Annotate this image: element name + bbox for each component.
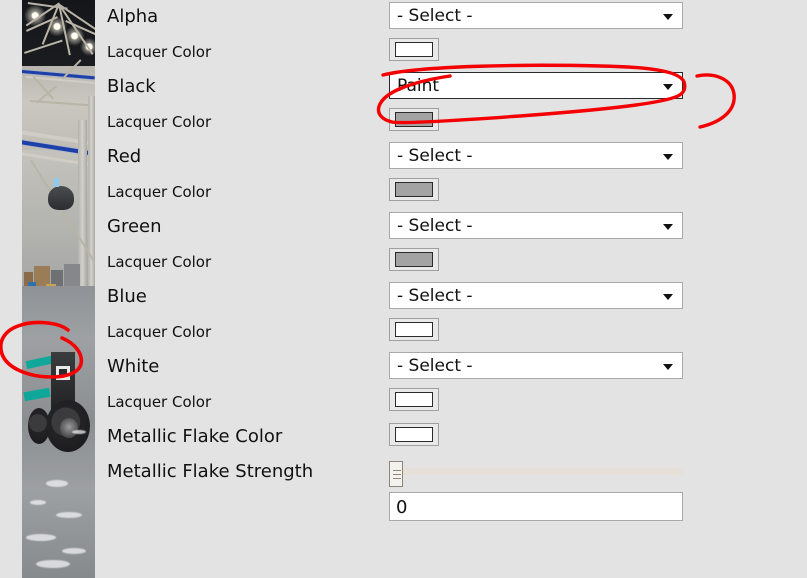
color-swatch-button[interactable]: [389, 178, 439, 201]
chevron-down-icon: [663, 364, 673, 370]
property-label: Metallic Flake Color: [107, 426, 283, 447]
property-label: Metallic Flake Strength: [107, 461, 314, 482]
property-row: Lacquer Color: [95, 245, 807, 280]
property-row: White - Select -: [95, 350, 807, 385]
property-label: White: [107, 356, 160, 377]
color-swatch-chip: [395, 42, 433, 57]
photo-kart-wheel: [28, 408, 50, 444]
property-row: Black Paint: [95, 70, 807, 105]
color-swatch-chip: [395, 427, 433, 442]
property-row: Lacquer Color: [95, 105, 807, 140]
chevron-down-icon: [663, 294, 673, 300]
property-select-value: - Select -: [397, 286, 473, 306]
property-select[interactable]: - Select -: [389, 142, 683, 169]
property-label: Lacquer Color: [107, 43, 212, 61]
property-row: Blue - Select -: [95, 280, 807, 315]
color-swatch-chip: [395, 392, 433, 407]
property-label: Red: [107, 146, 142, 167]
photo-floor-reflection: [36, 560, 70, 568]
color-swatch-chip: [395, 112, 433, 127]
property-row: Lacquer Color: [95, 315, 807, 350]
property-select[interactable]: Paint: [389, 72, 683, 99]
strength-value-text: 0: [396, 497, 408, 518]
color-swatch-button[interactable]: [389, 248, 439, 271]
photo-machine-light: [54, 178, 59, 187]
photo-floor-reflection: [26, 534, 56, 541]
property-select[interactable]: - Select -: [389, 352, 683, 379]
property-label: Blue: [107, 286, 147, 307]
property-label: Alpha: [107, 6, 159, 27]
property-label: Lacquer Color: [107, 183, 212, 201]
photo-floor-reflection: [72, 430, 86, 434]
chevron-down-icon: [663, 84, 673, 90]
property-row: Green - Select -: [95, 210, 807, 245]
property-label: Lacquer Color: [107, 253, 212, 271]
color-swatch-button[interactable]: [389, 318, 439, 341]
property-row: Metallic Flake Strength: [95, 455, 807, 490]
property-row: Alpha - Select -: [95, 0, 807, 35]
application-window: Alpha - Select - Lacquer Color Black Paint La…: [0, 0, 807, 578]
photo-floor-reflection: [46, 480, 68, 487]
photo-floor-reflection: [56, 512, 82, 518]
strength-value-input[interactable]: 0: [389, 492, 683, 521]
property-label: Black: [107, 76, 156, 97]
color-swatch-button[interactable]: [389, 38, 439, 61]
photo-machine: [48, 186, 74, 210]
property-select-value: - Select -: [397, 6, 473, 26]
photo-floor-reflection: [62, 548, 86, 554]
property-row: Lacquer Color: [95, 385, 807, 420]
property-label: Lacquer Color: [107, 393, 212, 411]
photo-kart-sticker-mark: [59, 369, 67, 377]
strength-slider-thumb[interactable]: [389, 461, 403, 487]
color-swatch-chip: [395, 322, 433, 337]
property-row: 0: [95, 490, 807, 525]
property-select-value: - Select -: [397, 356, 473, 376]
strength-slider[interactable]: [389, 461, 683, 487]
preview-photo: [22, 0, 95, 578]
property-select[interactable]: - Select -: [389, 2, 683, 29]
color-swatch-button[interactable]: [389, 423, 439, 446]
property-row: Lacquer Color: [95, 175, 807, 210]
property-label: Green: [107, 216, 162, 237]
color-swatch-button[interactable]: [389, 108, 439, 131]
strength-slider-track[interactable]: [395, 468, 683, 475]
photo-kart-wheel-hub: [60, 418, 78, 438]
property-select[interactable]: - Select -: [389, 282, 683, 309]
property-select-value: - Select -: [397, 216, 473, 236]
property-row: Metallic Flake Color: [95, 420, 807, 455]
property-label: Lacquer Color: [107, 323, 212, 341]
chevron-down-icon: [663, 154, 673, 160]
property-select[interactable]: - Select -: [389, 212, 683, 239]
property-row: Red - Select -: [95, 140, 807, 175]
property-label: Lacquer Color: [107, 113, 212, 131]
property-select-value: - Select -: [397, 146, 473, 166]
photo-floor-reflection: [30, 500, 46, 505]
material-preview-image[interactable]: [0, 0, 95, 578]
chevron-down-icon: [663, 224, 673, 230]
property-select-value: Paint: [397, 76, 440, 96]
color-swatch-chip: [395, 182, 433, 197]
chevron-down-icon: [663, 14, 673, 20]
material-property-list: Alpha - Select - Lacquer Color Black Paint La…: [95, 0, 807, 578]
property-row: Lacquer Color: [95, 35, 807, 70]
preview-left-margin: [0, 0, 23, 578]
color-swatch-chip: [395, 252, 433, 267]
color-swatch-button[interactable]: [389, 388, 439, 411]
